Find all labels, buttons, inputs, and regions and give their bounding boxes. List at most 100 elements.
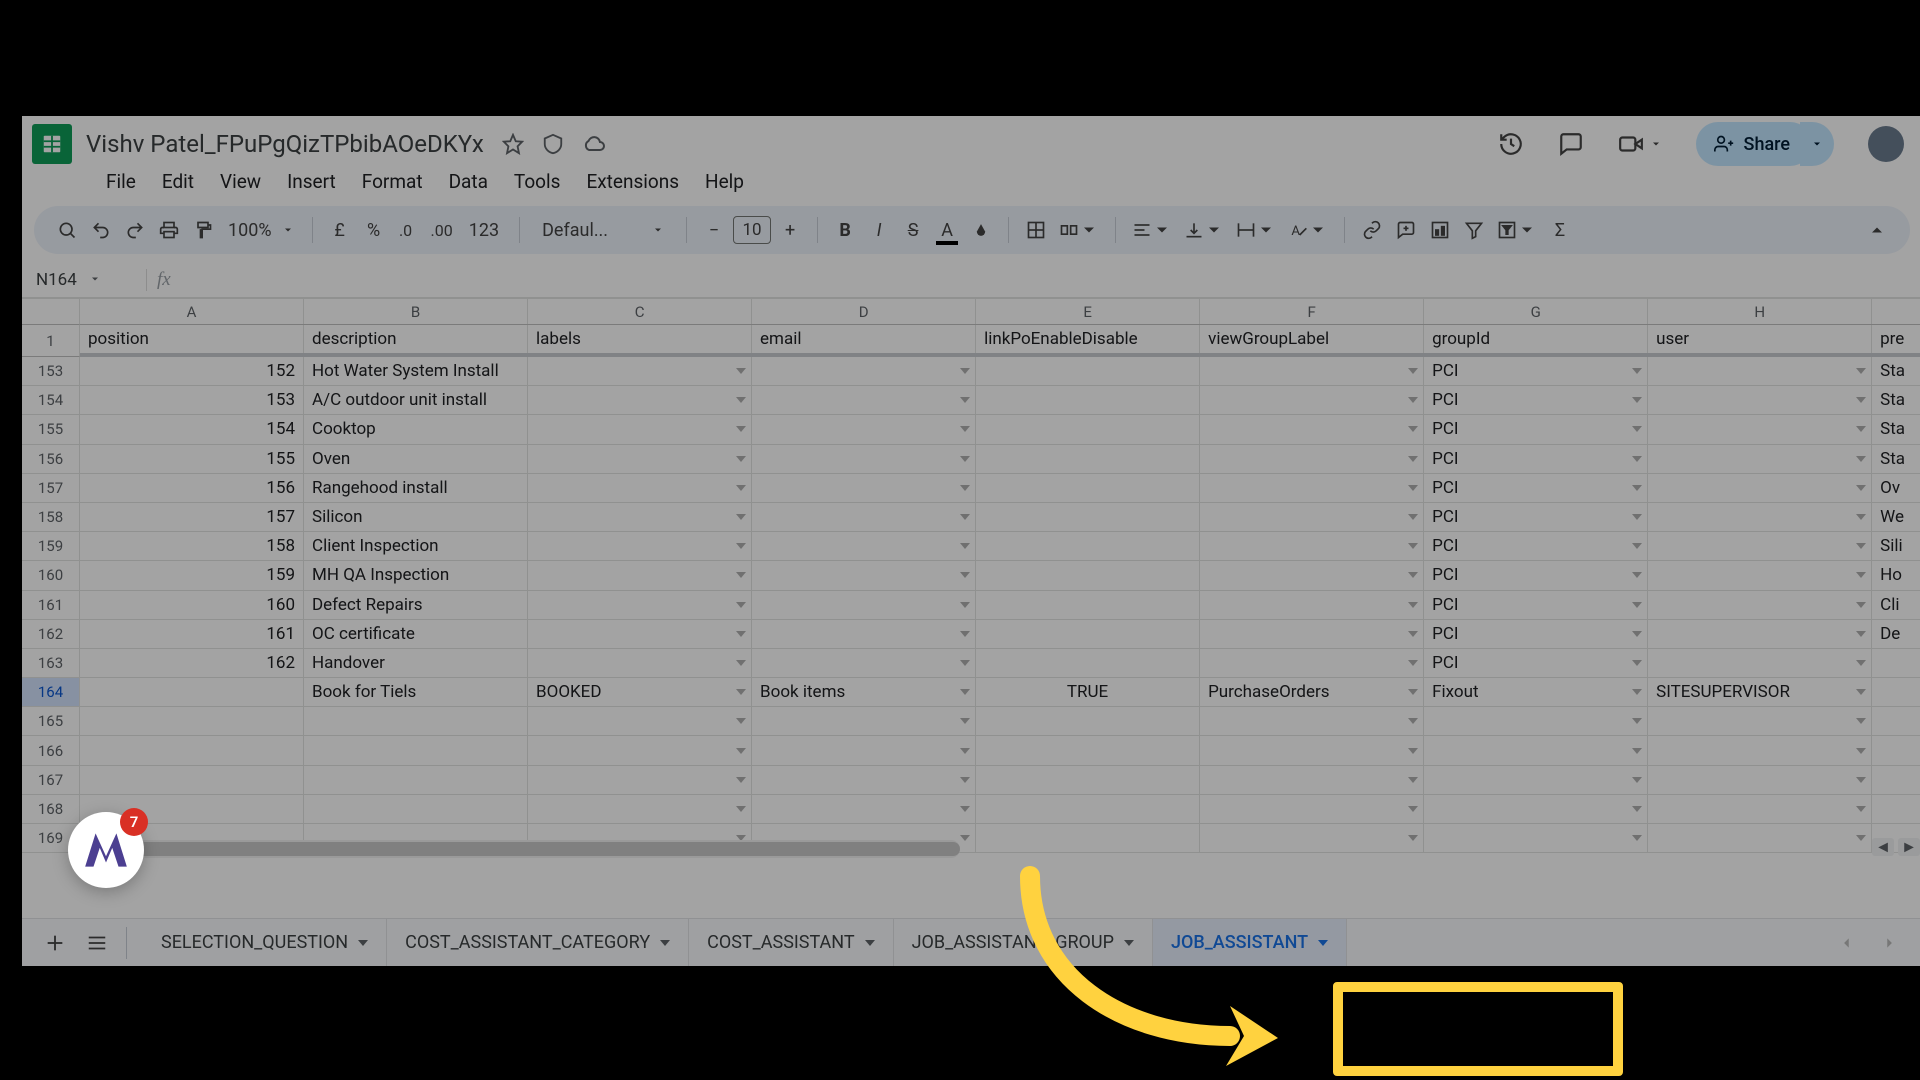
cell[interactable] xyxy=(1424,795,1648,823)
print-icon[interactable] xyxy=(154,214,184,246)
insert-comment-icon[interactable] xyxy=(1391,214,1421,246)
cell[interactable] xyxy=(528,766,752,794)
cell[interactable] xyxy=(976,707,1200,735)
italic-icon[interactable]: I xyxy=(864,214,894,246)
move-icon[interactable] xyxy=(542,133,564,155)
cell[interactable]: PCI xyxy=(1424,386,1648,414)
percent-icon[interactable]: % xyxy=(359,214,389,246)
row-header[interactable]: 166 xyxy=(22,736,80,765)
merge-icon[interactable] xyxy=(1055,214,1103,246)
menu-data[interactable]: Data xyxy=(437,166,500,197)
cell[interactable] xyxy=(528,474,752,502)
row-header[interactable]: 157 xyxy=(22,474,80,503)
cell[interactable] xyxy=(304,736,528,764)
cell[interactable] xyxy=(752,445,976,473)
cell[interactable] xyxy=(976,503,1200,531)
cell[interactable]: Sta xyxy=(1872,357,1920,385)
cell[interactable] xyxy=(528,736,752,764)
share-dropdown[interactable] xyxy=(1800,122,1834,166)
search-menus-icon[interactable] xyxy=(52,214,82,246)
add-sheet-button[interactable] xyxy=(34,923,76,963)
cell[interactable]: PurchaseOrders xyxy=(1200,678,1424,706)
increase-decimal-icon[interactable]: .00 xyxy=(427,214,457,246)
cell[interactable] xyxy=(752,415,976,443)
cell[interactable] xyxy=(1424,736,1648,764)
cell[interactable] xyxy=(1872,766,1920,794)
rotate-icon[interactable]: A xyxy=(1284,214,1332,246)
cell[interactable]: PCI xyxy=(1424,415,1648,443)
cell[interactable]: Cli xyxy=(1872,591,1920,619)
col-header-G[interactable]: G xyxy=(1424,299,1648,324)
filter-icon[interactable] xyxy=(1459,214,1489,246)
row-header[interactable]: 168 xyxy=(22,795,80,824)
cell[interactable] xyxy=(1424,766,1648,794)
cell[interactable]: Hot Water System Install xyxy=(304,357,528,385)
cell[interactable]: Cooktop xyxy=(304,415,528,443)
cell[interactable]: 153 xyxy=(80,386,304,414)
cell[interactable]: Rangehood install xyxy=(304,474,528,502)
cell[interactable] xyxy=(1872,649,1920,677)
cell[interactable]: PCI xyxy=(1424,474,1648,502)
cell[interactable] xyxy=(1200,766,1424,794)
font-select[interactable]: Defaul... xyxy=(532,220,674,241)
cell[interactable] xyxy=(528,386,752,414)
cell[interactable] xyxy=(1200,532,1424,560)
decrease-font-icon[interactable]: − xyxy=(699,214,729,246)
sheet-tab[interactable]: COST_ASSISTANT xyxy=(689,919,893,966)
cell[interactable] xyxy=(528,561,752,589)
decrease-decimal-icon[interactable]: .0 xyxy=(393,214,423,246)
collapse-toolbar-icon[interactable] xyxy=(1862,214,1892,246)
cell[interactable] xyxy=(528,591,752,619)
comments-icon[interactable] xyxy=(1558,131,1584,157)
cell[interactable] xyxy=(80,678,304,706)
text-color-icon[interactable]: A xyxy=(932,214,962,246)
cell[interactable] xyxy=(1648,415,1872,443)
account-avatar[interactable] xyxy=(1868,126,1904,162)
functions-icon[interactable]: Σ xyxy=(1545,214,1575,246)
cell[interactable] xyxy=(752,707,976,735)
sheets-logo-icon[interactable] xyxy=(32,124,72,164)
cell[interactable] xyxy=(976,386,1200,414)
menu-extensions[interactable]: Extensions xyxy=(574,166,691,197)
cell[interactable]: PCI xyxy=(1424,445,1648,473)
cell[interactable] xyxy=(752,620,976,648)
cell[interactable] xyxy=(528,620,752,648)
cell[interactable] xyxy=(1648,620,1872,648)
cell[interactable] xyxy=(1648,824,1872,852)
cell[interactable] xyxy=(1200,591,1424,619)
cell[interactable] xyxy=(1200,386,1424,414)
col-header-E[interactable]: E xyxy=(976,299,1200,324)
insert-chart-icon[interactable] xyxy=(1425,214,1455,246)
cell[interactable] xyxy=(528,415,752,443)
cell[interactable] xyxy=(528,503,752,531)
cell[interactable] xyxy=(1648,532,1872,560)
paint-format-icon[interactable] xyxy=(188,214,218,246)
doc-title[interactable]: Vishv Patel_FPuPgQizTPbibAOeDKYx xyxy=(86,130,484,158)
cell[interactable] xyxy=(976,591,1200,619)
cell[interactable] xyxy=(304,795,528,823)
strike-icon[interactable]: S xyxy=(898,214,928,246)
menu-format[interactable]: Format xyxy=(350,166,435,197)
col-header-A[interactable]: A xyxy=(80,299,304,324)
row-header[interactable]: 167 xyxy=(22,766,80,795)
cell[interactable]: We xyxy=(1872,503,1920,531)
cell[interactable] xyxy=(752,357,976,385)
cell[interactable] xyxy=(1648,561,1872,589)
cell[interactable] xyxy=(1200,503,1424,531)
row-header[interactable]: 154 xyxy=(22,386,80,415)
cell[interactable] xyxy=(80,736,304,764)
meet-button[interactable] xyxy=(1618,131,1662,157)
row-header[interactable]: 160 xyxy=(22,561,80,590)
cell[interactable]: 159 xyxy=(80,561,304,589)
cell[interactable] xyxy=(976,532,1200,560)
cell[interactable] xyxy=(752,591,976,619)
cell[interactable]: 157 xyxy=(80,503,304,531)
cell[interactable] xyxy=(1200,357,1424,385)
name-box[interactable]: N164 xyxy=(22,270,142,290)
cell[interactable]: email xyxy=(752,325,976,353)
cell[interactable] xyxy=(976,649,1200,677)
cell[interactable] xyxy=(976,474,1200,502)
cell[interactable] xyxy=(1872,795,1920,823)
h-align-icon[interactable] xyxy=(1128,214,1176,246)
cell[interactable] xyxy=(1200,795,1424,823)
